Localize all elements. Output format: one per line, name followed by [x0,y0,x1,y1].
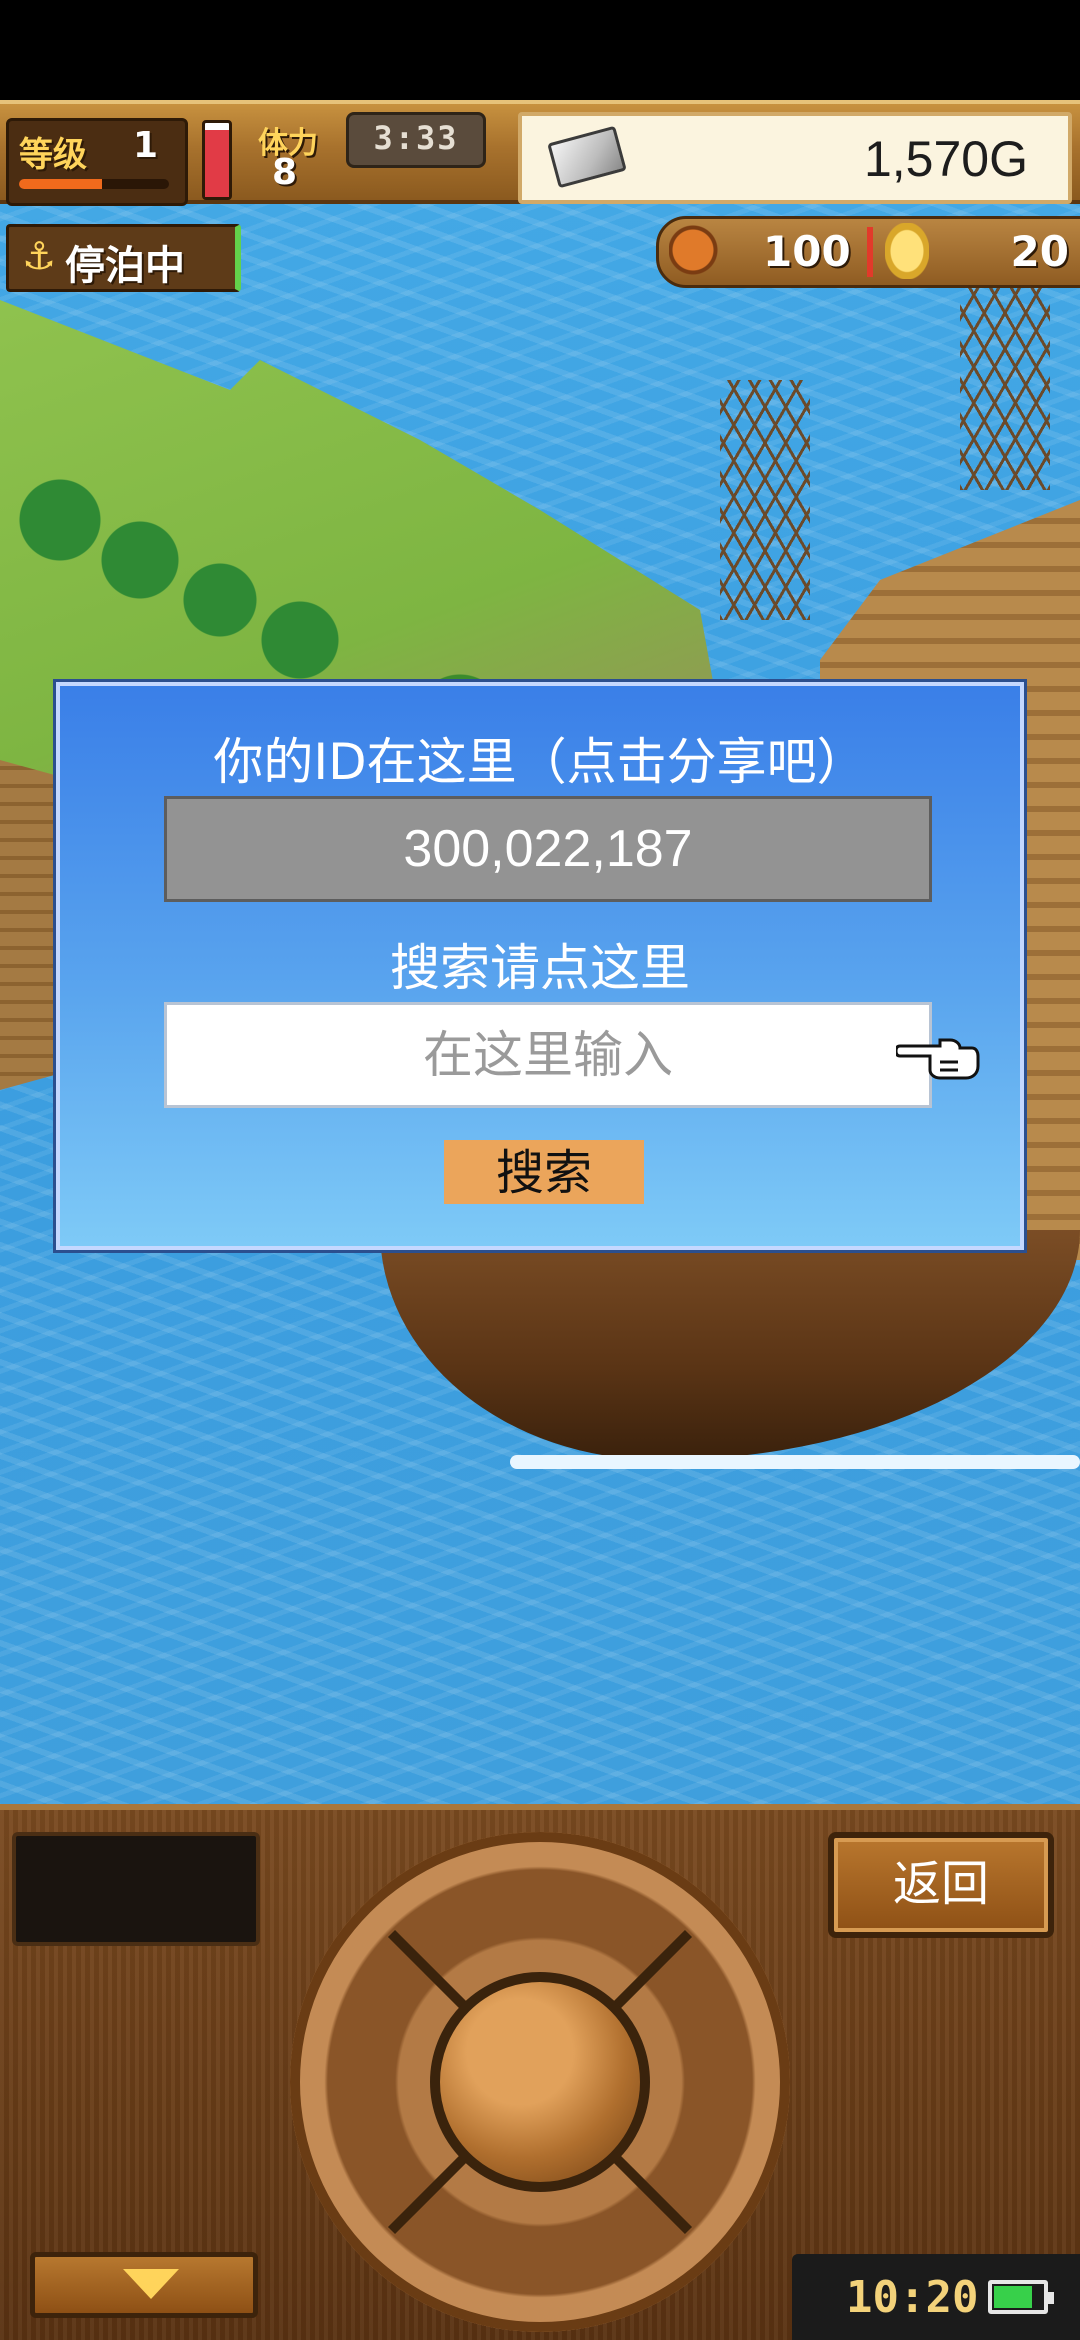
clock-panel: 10:20 [792,2254,1080,2340]
stamina-timer: 3:33 [346,112,486,168]
food-icon [669,225,729,275]
anchor-icon: ⚓ [21,234,57,278]
menu-toggle-button[interactable] [30,2252,258,2318]
dialog-title: 你的ID在这里（点击分享吧） [213,733,867,791]
resource-bar: 100 20 [656,216,1080,288]
silver-bar-icon [547,125,627,189]
top-hud: 等级 1 体力 8 3:33 1,570G [0,100,1080,206]
resource-divider [867,227,873,277]
stamina-gauge [202,120,232,200]
clock-time: 10:20 [846,2272,979,2323]
food-amount: 100 [763,227,851,276]
coin-icon [885,223,929,279]
search-input[interactable] [164,1002,932,1108]
stamina-value: 8 [272,152,298,193]
search-button[interactable]: 搜索 [444,1140,644,1204]
gold-panel: 1,570G [518,112,1072,204]
battery-tip [1048,2292,1054,2304]
directional-pad[interactable] [290,1832,790,2332]
docked-status-badge: ⚓ 停泊中 [6,224,241,292]
level-label: 等级 [19,135,87,175]
panel-display [12,1832,260,1946]
coin-amount: 20 [1010,227,1069,276]
docked-status-text: 停泊中 [65,243,185,289]
level-value: 1 [133,125,159,166]
gold-amount: 1,570G [863,131,1028,187]
ship-rigging [720,380,810,620]
back-button[interactable]: 返回 [828,1832,1054,1938]
search-hint: 搜索请点这里 [390,939,690,997]
control-panel: 返回 10:20 [0,1804,1080,2340]
friend-search-dialog: 你的ID在这里（点击分享吧） 300,022,187 搜索请点这里 搜索 [56,682,1024,1250]
stamina-gauge-fill [205,130,229,197]
ship-hull [380,1230,1080,1460]
status-bar [0,0,1080,100]
experience-bar [19,179,169,189]
dpad-center-button[interactable] [430,1972,650,2192]
level-panel: 等级 1 [6,118,188,206]
battery-icon [988,2280,1054,2314]
game-screen: 等级 1 体力 8 3:33 1,570G ⚓ 停泊中 100 20 你的ID在… [0,0,1080,2340]
player-id-box[interactable]: 300,022,187 [164,796,932,902]
experience-bar-fill [19,179,102,189]
battery-level [994,2286,1032,2308]
pointing-hand-icon [896,1038,980,1080]
down-arrow-icon [123,2269,179,2299]
wave-foam [510,1455,1080,1469]
